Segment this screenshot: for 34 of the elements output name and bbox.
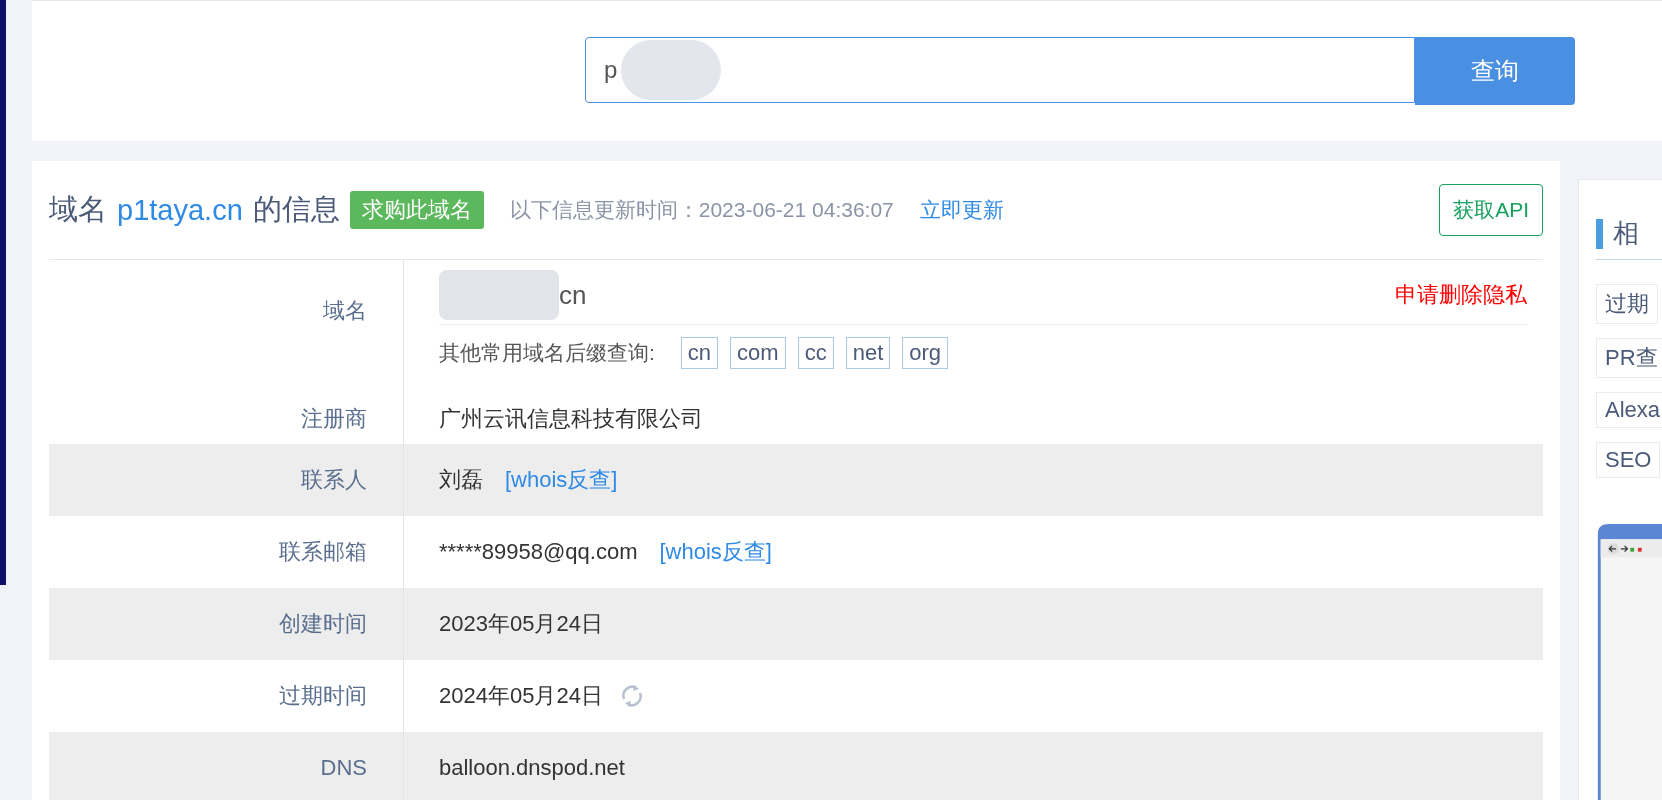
domain-link[interactable]: p1taya.cn — [117, 193, 243, 227]
page-title: 的信息 — [252, 192, 340, 227]
sidebar-link[interactable]: 过期 — [1596, 284, 1658, 324]
privacy-link[interactable]: 申请删除隐私 — [1395, 280, 1527, 310]
field-value: *****89958@qq.com — [439, 539, 638, 565]
update-link[interactable]: 立即更新 — [919, 196, 1004, 224]
suffix-label: 其他常用域名后缀查询: — [439, 340, 655, 366]
suffix-tag[interactable]: cc — [797, 337, 834, 369]
field-label: 过期时间 — [279, 682, 367, 710]
page-title: 域名 — [49, 192, 107, 227]
field-value: 广州云讯信息科技有限公司 — [439, 405, 703, 433]
sidebar-link[interactable]: Alexa — [1596, 392, 1662, 428]
suffix-tag[interactable]: net — [845, 337, 891, 369]
field-label: 域名 — [323, 297, 367, 325]
suffix-tag[interactable]: com — [730, 337, 786, 369]
suffix-tag[interactable]: org — [902, 337, 949, 369]
sidebar-link[interactable]: PR查 — [1596, 338, 1662, 378]
field-value: balloon.dnspod.net — [439, 755, 625, 781]
sidebar-title: 相 — [1613, 217, 1639, 250]
domain-value: cn — [559, 279, 587, 311]
field-value: 刘磊 — [439, 466, 483, 494]
field-label: 联系人 — [301, 466, 367, 494]
field-label: 创建时间 — [279, 610, 367, 638]
field-label: 联系邮箱 — [279, 538, 367, 566]
title-marker — [1596, 218, 1603, 249]
update-time: 以下信息更新时间：2023-06-21 04:36:07 — [509, 197, 894, 223]
field-value: 2023年05月24日 — [439, 610, 603, 638]
suffix-tag[interactable]: cn — [680, 337, 719, 369]
field-value: 2024年05月24日 — [439, 682, 603, 710]
field-label: DNS — [320, 755, 367, 781]
field-label: 注册商 — [301, 405, 367, 433]
whois-link[interactable]: [whois反查] — [659, 537, 772, 567]
sidebar-link[interactable]: SEO — [1596, 442, 1661, 478]
search-field[interactable]: p — [585, 37, 1415, 103]
